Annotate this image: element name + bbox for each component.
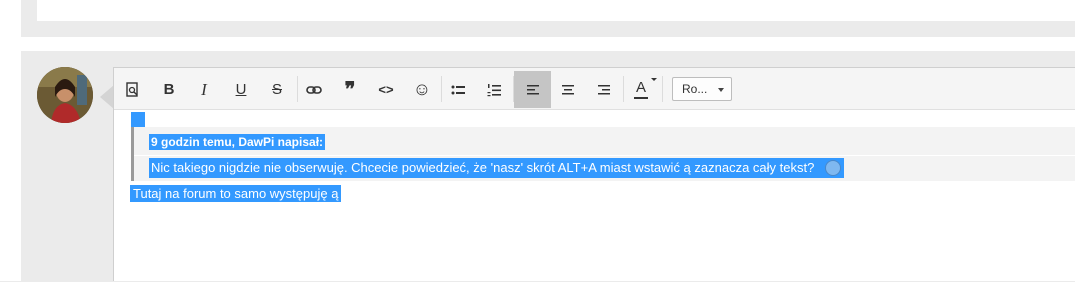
quote-divider xyxy=(134,155,1075,156)
text-color-letter: A xyxy=(635,78,646,96)
reply-editor[interactable]: B I U S ❞ <> ☺ A Ro... 9 godzin temu, Da… xyxy=(113,67,1075,281)
post-separator xyxy=(0,37,1075,51)
chevron-down-icon xyxy=(718,88,724,92)
text-color-bar xyxy=(634,96,648,99)
quote-header: 9 godzin temu, DawPi napisał: xyxy=(149,134,326,150)
emoji-icon[interactable]: ☺ xyxy=(405,71,439,108)
previous-post-card xyxy=(37,0,1075,21)
avatar-image xyxy=(37,67,93,123)
align-left-icon[interactable] xyxy=(514,71,551,108)
avatar[interactable] xyxy=(37,67,93,123)
quote-body-text: Nic takiego nigdzie nie obserwuję. Chcec… xyxy=(151,160,815,175)
text-color-icon[interactable]: A xyxy=(624,71,658,108)
strikethrough-icon[interactable]: S xyxy=(260,71,294,108)
align-right-icon[interactable] xyxy=(587,71,621,108)
text-color-caret-icon[interactable] xyxy=(651,78,657,81)
italic-icon[interactable]: I xyxy=(187,71,221,108)
selection-block xyxy=(131,112,145,128)
quote-block: 9 godzin temu, DawPi napisał: Nic takieg… xyxy=(131,127,1075,181)
quote-icon[interactable]: ❞ xyxy=(333,71,367,108)
emoji-icon xyxy=(825,160,842,176)
editor-content[interactable]: 9 godzin temu, DawPi napisał: Nic takieg… xyxy=(114,110,1075,282)
quote-body: Nic takiego nigdzie nie obserwuję. Chcec… xyxy=(149,158,845,178)
align-center-icon[interactable] xyxy=(551,71,585,108)
numbered-list-icon[interactable] xyxy=(477,71,511,108)
underline-icon[interactable]: U xyxy=(224,71,258,108)
toolbar-divider xyxy=(662,76,663,102)
bold-icon[interactable]: B xyxy=(152,71,186,108)
font-family-value: Ro... xyxy=(682,82,708,96)
editor-toolbar: B I U S ❞ <> ☺ A Ro... xyxy=(114,68,1075,110)
editor-pointer xyxy=(100,85,114,109)
bullet-list-icon[interactable] xyxy=(441,71,475,108)
link-icon[interactable] xyxy=(297,71,331,108)
reply-text: Tutaj na forum to samo występuję ą xyxy=(130,185,342,202)
font-family-select[interactable]: Ro... xyxy=(672,77,732,101)
code-icon[interactable]: <> xyxy=(369,71,403,108)
preview-icon[interactable] xyxy=(116,71,150,108)
